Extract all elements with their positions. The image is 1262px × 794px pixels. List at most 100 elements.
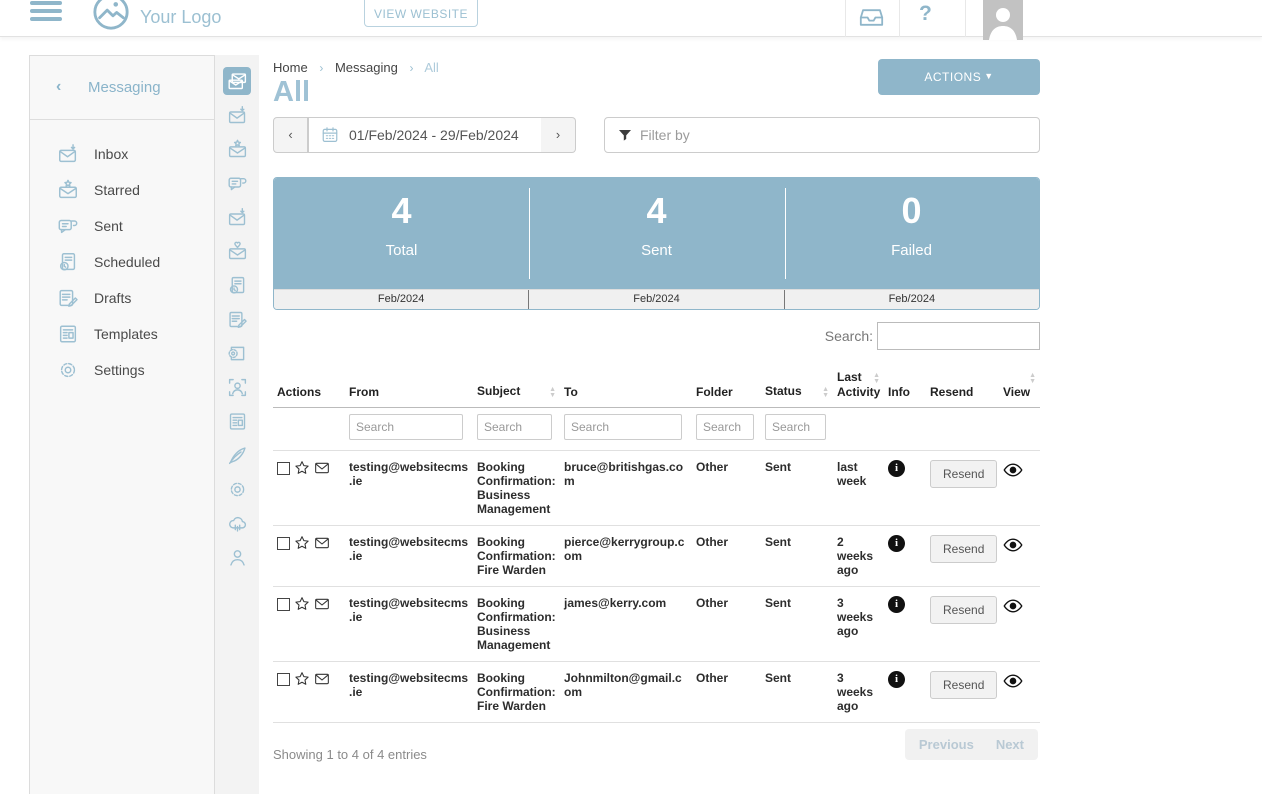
strip-sent-icon[interactable] xyxy=(223,169,251,197)
sidebar-item-label: Inbox xyxy=(94,146,128,162)
breadcrumb-messaging[interactable]: Messaging xyxy=(335,60,398,75)
select-checkbox[interactable] xyxy=(277,537,290,550)
view-website-button[interactable]: VIEW WEBSITE xyxy=(364,0,478,27)
envelope-icon[interactable] xyxy=(314,596,330,612)
messages-tray-icon[interactable] xyxy=(858,4,885,31)
filter-input[interactable] xyxy=(640,127,1020,143)
breadcrumb: Home › Messaging › All xyxy=(273,60,447,75)
chevron-right-icon: › xyxy=(409,61,413,75)
envelope-icon[interactable] xyxy=(314,460,330,476)
envelope-icon[interactable] xyxy=(314,535,330,551)
col-folder[interactable]: Folder xyxy=(692,364,761,408)
envelope-icon[interactable] xyxy=(314,671,330,687)
next-button[interactable]: Next xyxy=(996,737,1024,752)
strip-cloud-icon[interactable] xyxy=(223,509,251,537)
sidebar-item-starred[interactable]: Starred xyxy=(30,172,214,208)
strip-automation-icon[interactable] xyxy=(223,339,251,367)
strip-contacts-icon[interactable] xyxy=(223,373,251,401)
cell-from: testing@websitecms.ie xyxy=(345,587,473,662)
sidebar-item-scheduled[interactable]: Scheduled xyxy=(30,244,214,280)
strip-settings-icon[interactable] xyxy=(223,475,251,503)
info-icon[interactable]: i xyxy=(888,535,905,552)
strip-starred-icon[interactable] xyxy=(223,135,251,163)
sidebar-item-label: Starred xyxy=(94,182,140,198)
select-checkbox[interactable] xyxy=(277,673,290,686)
menu-icon[interactable] xyxy=(30,1,62,27)
col-last-activity[interactable]: ▲▼Last Activity xyxy=(833,364,884,408)
stat-failed-period: Feb/2024 xyxy=(784,290,1039,309)
cell-folder: Other xyxy=(692,451,761,526)
search-subject-input[interactable] xyxy=(477,414,552,440)
info-icon[interactable]: i xyxy=(888,596,905,613)
col-to[interactable]: To xyxy=(560,364,692,408)
date-next-button[interactable]: › xyxy=(541,117,576,153)
col-view[interactable]: ▲▼View xyxy=(999,364,1040,408)
sidebar-title: Messaging xyxy=(88,79,161,96)
sidebar-item-drafts[interactable]: Drafts xyxy=(30,280,214,316)
table-search-input[interactable] xyxy=(877,322,1040,350)
stat-failed-label: Failed xyxy=(784,242,1039,259)
strip-outbox-icon[interactable] xyxy=(223,203,251,231)
cell-status: Sent xyxy=(761,662,833,723)
resend-button[interactable]: Resend xyxy=(930,460,997,488)
avatar[interactable] xyxy=(983,0,1023,40)
col-status[interactable]: ▲▼Status xyxy=(761,364,833,408)
view-eye-icon[interactable] xyxy=(1003,671,1023,691)
info-icon[interactable]: i xyxy=(888,671,905,688)
resend-button[interactable]: Resend xyxy=(930,671,997,699)
breadcrumb-home[interactable]: Home xyxy=(273,60,308,75)
sidebar-item-label: Sent xyxy=(94,218,123,234)
resend-button[interactable]: Resend xyxy=(930,596,997,624)
sidebar-item-inbox[interactable]: Inbox xyxy=(30,136,214,172)
cell-folder: Other xyxy=(692,526,761,587)
strip-inbox-icon[interactable] xyxy=(223,101,251,129)
sidebar-item-templates[interactable]: Templates xyxy=(30,316,214,352)
cell-status: Sent xyxy=(761,526,833,587)
logo[interactable]: Your Logo xyxy=(92,0,221,31)
view-eye-icon[interactable] xyxy=(1003,460,1023,480)
strip-drafts-icon[interactable] xyxy=(223,305,251,333)
star-icon[interactable] xyxy=(294,596,310,612)
col-subject[interactable]: ▲▼Subject xyxy=(473,364,560,408)
strip-signature-icon[interactable] xyxy=(223,441,251,469)
settings-icon xyxy=(57,359,79,381)
search-to-input[interactable] xyxy=(564,414,682,440)
view-eye-icon[interactable] xyxy=(1003,596,1023,616)
star-icon[interactable] xyxy=(294,535,310,551)
select-checkbox[interactable] xyxy=(277,598,290,611)
search-status-input[interactable] xyxy=(765,414,826,440)
resend-button[interactable]: Resend xyxy=(930,535,997,563)
stat-sent: 4 Sent xyxy=(529,178,784,289)
sidebar-back[interactable]: ‹ Messaging xyxy=(30,56,214,120)
sidebar-menu: Inbox Starred Sent Scheduled Drafts Temp… xyxy=(30,120,214,388)
search-from-input[interactable] xyxy=(349,414,463,440)
actions-dropdown-button[interactable]: ACTIONS▼ xyxy=(878,59,1040,95)
strip-messaging-icon[interactable] xyxy=(223,67,251,95)
sidebar-item-settings[interactable]: Settings xyxy=(30,352,214,388)
col-from[interactable]: From xyxy=(345,364,473,408)
sort-icon: ▲▼ xyxy=(822,387,829,399)
divider xyxy=(965,0,966,37)
cell-from: testing@websitecms.ie xyxy=(345,662,473,723)
strip-templates-icon[interactable] xyxy=(223,407,251,435)
star-icon[interactable] xyxy=(294,460,310,476)
cell-subject: Booking Confirmation: Fire Warden xyxy=(473,662,560,723)
sidebar-item-sent[interactable]: Sent xyxy=(30,208,214,244)
star-icon[interactable] xyxy=(294,671,310,687)
strip-favourites-icon[interactable] xyxy=(223,237,251,265)
stat-sent-label: Sent xyxy=(529,242,784,259)
date-range-picker[interactable]: 01/Feb/2024 - 29/Feb/2024 xyxy=(308,117,541,153)
table-row: testing@websitecms.ie Booking Confirmati… xyxy=(273,587,1040,662)
previous-button[interactable]: Previous xyxy=(919,737,974,752)
search-folder-input[interactable] xyxy=(696,414,754,440)
strip-profile-icon[interactable] xyxy=(223,543,251,571)
strip-scheduled-icon[interactable] xyxy=(223,271,251,299)
view-eye-icon[interactable] xyxy=(1003,535,1023,555)
info-icon[interactable]: i xyxy=(888,460,905,477)
help-icon[interactable]: ? xyxy=(919,2,932,26)
select-checkbox[interactable] xyxy=(277,462,290,475)
date-prev-button[interactable]: ‹ xyxy=(273,117,308,153)
stat-failed: 0 Failed xyxy=(784,178,1039,289)
cell-last-activity: 2 weeks ago xyxy=(833,526,884,587)
cell-subject: Booking Confirmation: Fire Warden xyxy=(473,526,560,587)
